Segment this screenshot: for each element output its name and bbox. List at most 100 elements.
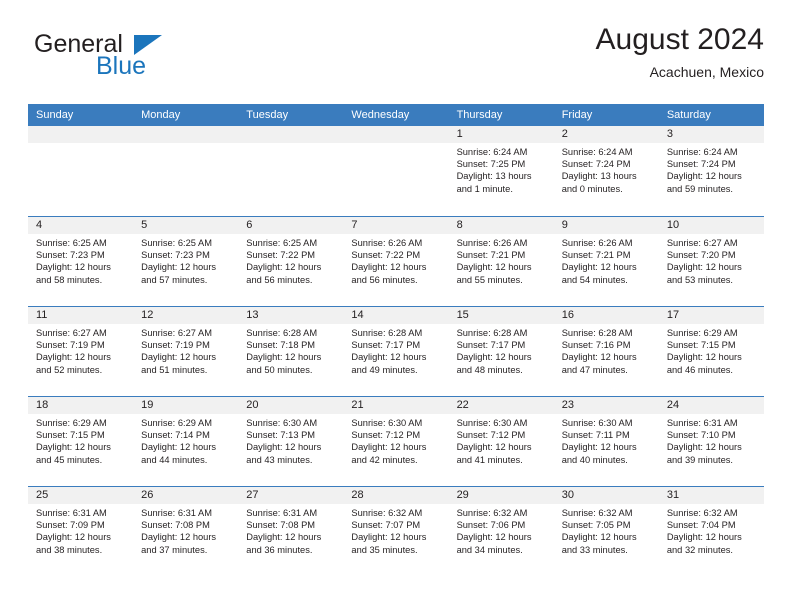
- daylight-duration-line2: and 42 minutes.: [351, 454, 418, 465]
- day-details: Sunrise: 6:28 AM Sunset: 7:17 PM Daylight:…: [449, 324, 554, 376]
- calendar-day-cell[interactable]: 19 Sunrise: 6:29 AM Sunset: 7:14 PM Dayligh…: [133, 397, 239, 486]
- day-number: 23: [553, 397, 659, 414]
- sunrise-time: Sunrise: 6:31 AM: [246, 508, 318, 518]
- calendar-day-cell[interactable]: 30 Sunrise: 6:32 AM Sunset: 7:05 PM Dayligh…: [553, 487, 659, 576]
- calendar-day-cell-empty: [133, 126, 239, 216]
- day-number: 24: [658, 397, 764, 414]
- daylight-duration-line1: Daylight: 12 hours: [561, 442, 637, 453]
- daylight-duration-line2: and 55 minutes.: [456, 274, 523, 285]
- daylight-duration-line1: Daylight: 12 hours: [141, 352, 217, 363]
- calendar-day-cell-empty: [28, 126, 134, 216]
- calendar-day-cell[interactable]: 28 Sunrise: 6:32 AM Sunset: 7:07 PM Dayligh…: [343, 487, 449, 576]
- calendar-page: General Blue August 2024 Acachuen, Mexic…: [0, 0, 792, 612]
- weekday-header-tuesday: Tuesday: [246, 109, 289, 121]
- calendar-day-cell[interactable]: 24 Sunrise: 6:31 AM Sunset: 7:10 PM Dayligh…: [658, 397, 764, 486]
- daylight-duration-line2: and 52 minutes.: [36, 364, 103, 375]
- sunset-time: Sunset: 7:19 PM: [141, 340, 210, 351]
- sunrise-time: Sunrise: 6:25 AM: [36, 238, 107, 248]
- calendar-day-cell[interactable]: 31 Sunrise: 6:32 AM Sunset: 7:04 PM Dayligh…: [658, 487, 764, 576]
- day-details: Sunrise: 6:31 AM Sunset: 7:08 PM Daylight:…: [238, 504, 343, 556]
- calendar-day-cell[interactable]: 21 Sunrise: 6:30 AM Sunset: 7:12 PM Dayligh…: [343, 397, 449, 486]
- calendar-day-cell[interactable]: 6 Sunrise: 6:25 AM Sunset: 7:22 PM Daylight…: [238, 217, 344, 306]
- daylight-duration-line2: and 59 minutes.: [666, 183, 733, 194]
- day-details: Sunrise: 6:25 AM Sunset: 7:23 PM Daylight:…: [28, 234, 133, 286]
- calendar-day-cell[interactable]: 20 Sunrise: 6:30 AM Sunset: 7:13 PM Dayligh…: [238, 397, 344, 486]
- calendar-day-cell[interactable]: 12 Sunrise: 6:27 AM Sunset: 7:19 PM Dayligh…: [133, 307, 239, 396]
- sunset-time: Sunset: 7:20 PM: [666, 250, 736, 261]
- calendar-day-cell[interactable]: 8 Sunrise: 6:26 AM Sunset: 7:21 PM Daylight…: [448, 217, 554, 306]
- daylight-duration-line1: Daylight: 12 hours: [246, 442, 322, 453]
- calendar-week-row: 18 Sunrise: 6:29 AM Sunset: 7:15 PM Dayligh…: [28, 396, 764, 486]
- calendar-weeks: 1 Sunrise: 6:24 AM Sunset: 7:25 PM Daylight…: [28, 126, 764, 576]
- sunset-time: Sunset: 7:18 PM: [246, 340, 316, 351]
- day-number: 20: [238, 397, 344, 414]
- page-subtitle: Acachuen, Mexico: [649, 64, 764, 80]
- sunset-time: Sunset: 7:15 PM: [36, 430, 105, 441]
- calendar-day-cell[interactable]: 23 Sunrise: 6:30 AM Sunset: 7:11 PM Dayligh…: [553, 397, 659, 486]
- day-number: 25: [28, 487, 134, 504]
- calendar-day-cell[interactable]: 9 Sunrise: 6:26 AM Sunset: 7:21 PM Daylight…: [553, 217, 659, 306]
- day-details: Sunrise: 6:28 AM Sunset: 7:17 PM Daylight:…: [343, 324, 448, 376]
- calendar-day-cell[interactable]: 22 Sunrise: 6:30 AM Sunset: 7:12 PM Dayligh…: [448, 397, 554, 486]
- calendar-day-cell[interactable]: 29 Sunrise: 6:32 AM Sunset: 7:06 PM Dayligh…: [448, 487, 554, 576]
- sunrise-time: Sunrise: 6:26 AM: [561, 238, 633, 248]
- sunrise-time: Sunrise: 6:27 AM: [36, 328, 107, 338]
- daylight-duration-line2: and 36 minutes.: [246, 544, 313, 555]
- calendar-day-cell[interactable]: 15 Sunrise: 6:28 AM Sunset: 7:17 PM Dayligh…: [448, 307, 554, 396]
- sunrise-time: Sunrise: 6:30 AM: [246, 418, 318, 428]
- calendar-day-cell[interactable]: 25 Sunrise: 6:31 AM Sunset: 7:09 PM Dayligh…: [28, 487, 134, 576]
- day-details: Sunrise: 6:32 AM Sunset: 7:06 PM Daylight:…: [449, 504, 554, 556]
- day-number: 18: [28, 397, 134, 414]
- calendar-day-cell[interactable]: 16 Sunrise: 6:28 AM Sunset: 7:16 PM Dayligh…: [553, 307, 659, 396]
- sunrise-time: Sunrise: 6:32 AM: [456, 508, 528, 518]
- calendar-day-cell[interactable]: 18 Sunrise: 6:29 AM Sunset: 7:15 PM Dayligh…: [28, 397, 134, 486]
- daylight-duration-line2: and 48 minutes.: [456, 364, 523, 375]
- calendar-day-cell[interactable]: 2 Sunrise: 6:24 AM Sunset: 7:24 PM Daylight…: [553, 126, 659, 216]
- sunrise-time: Sunrise: 6:30 AM: [561, 418, 633, 428]
- weekday-header-row: Sunday Monday Tuesday Wednesday Thursday Frid…: [28, 104, 764, 126]
- page-header: General Blue August 2024 Acachuen, Mexic…: [28, 22, 764, 100]
- sunrise-time: Sunrise: 6:28 AM: [351, 328, 423, 338]
- sunrise-time: Sunrise: 6:31 AM: [666, 418, 738, 428]
- general-blue-logo[interactable]: General Blue: [34, 30, 214, 86]
- day-details: Sunrise: 6:24 AM Sunset: 7:24 PM Daylight:…: [659, 143, 764, 195]
- daylight-duration-line2: and 38 minutes.: [36, 544, 103, 555]
- calendar-day-cell[interactable]: 14 Sunrise: 6:28 AM Sunset: 7:17 PM Dayligh…: [343, 307, 449, 396]
- day-number: 19: [133, 397, 239, 414]
- calendar-day-cell-empty: [238, 126, 344, 216]
- calendar-day-cell[interactable]: 11 Sunrise: 6:27 AM Sunset: 7:19 PM Dayligh…: [28, 307, 134, 396]
- daylight-duration-line2: and 0 minutes.: [561, 183, 623, 194]
- sunrise-time: Sunrise: 6:24 AM: [666, 147, 738, 157]
- calendar-day-cell[interactable]: 10 Sunrise: 6:27 AM Sunset: 7:20 PM Dayligh…: [658, 217, 764, 306]
- weekday-header-saturday: Saturday: [666, 109, 711, 121]
- sunset-time: Sunset: 7:24 PM: [666, 159, 736, 170]
- day-number: 17: [658, 307, 764, 324]
- day-number: 2: [553, 126, 659, 143]
- daylight-duration-line2: and 58 minutes.: [36, 274, 103, 285]
- sunset-time: Sunset: 7:07 PM: [351, 520, 421, 531]
- calendar-day-cell[interactable]: 13 Sunrise: 6:28 AM Sunset: 7:18 PM Dayligh…: [238, 307, 344, 396]
- day-details: Sunrise: 6:30 AM Sunset: 7:12 PM Daylight:…: [343, 414, 448, 466]
- day-details: Sunrise: 6:27 AM Sunset: 7:19 PM Daylight:…: [28, 324, 133, 376]
- daylight-duration-line2: and 56 minutes.: [351, 274, 418, 285]
- day-number: 22: [448, 397, 554, 414]
- calendar-day-cell[interactable]: 7 Sunrise: 6:26 AM Sunset: 7:22 PM Daylight…: [343, 217, 449, 306]
- calendar-day-cell[interactable]: 26 Sunrise: 6:31 AM Sunset: 7:08 PM Dayligh…: [133, 487, 239, 576]
- calendar-day-cell[interactable]: 5 Sunrise: 6:25 AM Sunset: 7:23 PM Daylight…: [133, 217, 239, 306]
- calendar-day-cell[interactable]: 4 Sunrise: 6:25 AM Sunset: 7:23 PM Daylight…: [28, 217, 134, 306]
- day-details: Sunrise: 6:27 AM Sunset: 7:20 PM Daylight:…: [659, 234, 764, 286]
- day-number: 3: [658, 126, 764, 143]
- calendar-day-cell[interactable]: 3 Sunrise: 6:24 AM Sunset: 7:24 PM Daylight…: [658, 126, 764, 216]
- day-number: 13: [238, 307, 344, 324]
- calendar-day-cell[interactable]: 27 Sunrise: 6:31 AM Sunset: 7:08 PM Dayligh…: [238, 487, 344, 576]
- day-number: 1: [448, 126, 554, 143]
- sunrise-time: Sunrise: 6:26 AM: [351, 238, 423, 248]
- daylight-duration-line1: Daylight: 12 hours: [666, 171, 742, 182]
- sunrise-time: Sunrise: 6:26 AM: [456, 238, 528, 248]
- day-number: 9: [553, 217, 659, 234]
- calendar-day-cell[interactable]: 1 Sunrise: 6:24 AM Sunset: 7:25 PM Daylight…: [448, 126, 554, 216]
- daylight-duration-line1: Daylight: 13 hours: [456, 171, 532, 182]
- calendar-day-cell[interactable]: 17 Sunrise: 6:29 AM Sunset: 7:15 PM Dayligh…: [658, 307, 764, 396]
- daylight-duration-line2: and 51 minutes.: [141, 364, 208, 375]
- sunrise-time: Sunrise: 6:30 AM: [456, 418, 528, 428]
